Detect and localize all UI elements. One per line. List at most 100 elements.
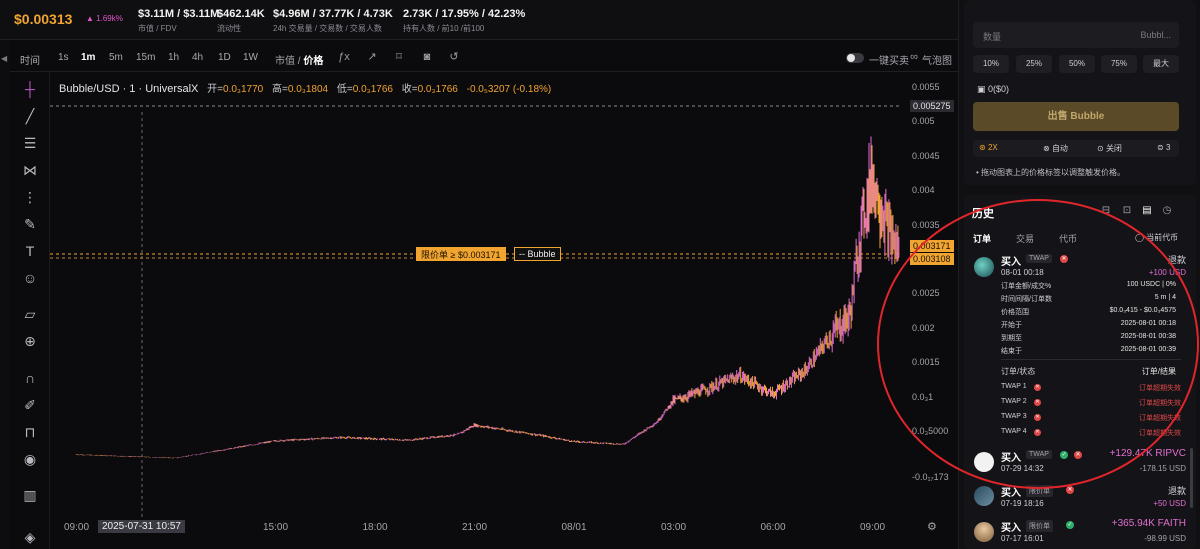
avatar — [974, 522, 994, 542]
price-tag-top: 0.005275 — [910, 100, 954, 112]
compare-icon[interactable]: ↗ — [365, 50, 379, 64]
interval-1m[interactable]: 1m — [81, 52, 95, 63]
history-title: 历史 — [972, 208, 994, 220]
chart-canvas[interactable] — [50, 72, 908, 518]
crosshair-icon[interactable]: ┼ — [21, 80, 39, 98]
price-chart[interactable]: Bubble/USD · 1 · UniversalX 开=0.0₃1770 高… — [50, 72, 949, 518]
limit-order-token[interactable]: -- Bubble — [514, 247, 561, 261]
emoji-icon[interactable]: ☺ — [21, 269, 39, 287]
order-time: 07-29 14:32 — [1001, 464, 1044, 473]
mode-price[interactable]: 价格 — [303, 56, 323, 67]
text-icon[interactable]: T — [21, 242, 39, 260]
order-amount: +50 USD — [1153, 499, 1186, 508]
order-type-badge: 限价单 — [1026, 485, 1053, 497]
pct-50-button[interactable]: 50% — [1059, 55, 1095, 73]
price-tag-limit[interactable]: 0.003171 — [910, 240, 954, 252]
bot-icon[interactable]: ⊡ — [1121, 205, 1133, 217]
wallet-icon: ▣ — [977, 84, 989, 94]
avatar — [974, 257, 994, 277]
x-tick-label: 06:00 — [760, 522, 786, 533]
zoom-in-icon[interactable]: ⊕ — [21, 332, 39, 350]
mev-option[interactable]: ⊙ 关闭 — [1097, 143, 1122, 154]
pct-75-button[interactable]: 75% — [1101, 55, 1137, 73]
indicator-icon[interactable]: ƒx — [337, 50, 351, 64]
limit-order-tag[interactable]: 限价单 ≥ $0.003171 — [416, 247, 506, 261]
bubble-map-label[interactable]: 气泡图 — [922, 52, 952, 67]
pct-25-button[interactable]: 25% — [1016, 55, 1052, 73]
current-token-filter[interactable]: ◯ 当前代币 — [1135, 232, 1178, 243]
order-type-badge: TWAP — [1026, 450, 1052, 459]
time-axis[interactable]: 09:00 15:00 18:00 21:00 08/01 03:00 06:00 09:00… — [50, 518, 958, 549]
camera-icon[interactable]: ◙ — [420, 50, 434, 64]
low-value: 0.0₃1766 — [352, 84, 393, 95]
tab-trades[interactable]: 交易 — [1016, 232, 1034, 245]
reset-icon[interactable]: ↺ — [447, 50, 461, 64]
lock-drawing-icon[interactable]: ✐ — [21, 396, 39, 414]
brush-icon[interactable]: ✎ — [21, 215, 39, 233]
price-axis[interactable]: 0.005275 0.003171 0.003108 — [908, 72, 958, 518]
interval-1w[interactable]: 1W — [243, 52, 258, 63]
mode-toggle[interactable]: 市值 / 价格 — [275, 52, 323, 67]
pattern-icon[interactable]: ⋈ — [21, 161, 39, 179]
interval-1d[interactable]: 1D — [218, 52, 231, 63]
quantity-input[interactable]: 数量 Bubbl... — [973, 22, 1179, 48]
clock-icon[interactable]: ◷ — [1161, 205, 1173, 217]
interval-5m[interactable]: 5m — [109, 52, 123, 63]
change-value: -0.0₅3207 (-0.18%) — [466, 84, 552, 95]
order-received: +129.47K RIPVC — [1109, 448, 1186, 459]
trash-icon[interactable]: ▥ — [21, 486, 39, 504]
pct-max-button[interactable]: 最大 — [1143, 55, 1179, 73]
bubble-icon[interactable]: ∞ — [907, 50, 921, 64]
failed-icon: ✕ — [1060, 255, 1068, 263]
fib-icon[interactable]: ⋮ — [21, 188, 39, 206]
candles-group — [75, 136, 900, 459]
chevron-left-icon[interactable]: ◀ — [1, 54, 7, 63]
history-scrollbar[interactable] — [1190, 448, 1193, 508]
slippage-option[interactable]: ⊛ 2X — [979, 143, 998, 152]
chart-settings-icon[interactable]: ⚙ — [927, 520, 937, 533]
tab-tokens[interactable]: 代币 — [1059, 232, 1077, 245]
horizontal-lines-icon[interactable]: ☰ — [21, 134, 39, 152]
stat-liquidity: $462.14K 流动性 — [217, 8, 265, 33]
sub-result-header: 订单/结果 — [1141, 367, 1176, 376]
stat-market-cap: $3.11M / $3.11M 市值 / FDV — [138, 8, 220, 33]
low-label: 低= — [336, 84, 353, 95]
lock-icon[interactable]: ⊓ — [21, 423, 39, 441]
priority-option[interactable]: ⊜ 3 — [1157, 143, 1170, 152]
sell-button[interactable]: 出售 Bubble — [973, 102, 1179, 131]
bookmark-icon[interactable]: ⌑ — [392, 50, 406, 64]
interval-1h[interactable]: 1h — [168, 52, 179, 63]
success-icon: ✓ — [1066, 521, 1074, 529]
auto-option[interactable]: ⊗ 自动 — [1043, 143, 1068, 154]
open-value: 0.0₃1770 — [223, 84, 264, 95]
failed-icon: ✕ — [1034, 414, 1041, 421]
one-click-toggle[interactable] — [846, 53, 864, 63]
layers-icon[interactable]: ◈ — [21, 528, 39, 546]
order-time: 07-19 18:16 — [1001, 499, 1044, 508]
tab-orders[interactable]: 订单 — [973, 232, 991, 245]
sidebar-collapse-strip[interactable]: ◀ — [0, 40, 10, 549]
stat-holders: 2.73K / 17.95% / 42.23% 持有人数 / 前10 /前100 — [403, 8, 526, 33]
drag-hint: • 拖动图表上的价格标签以调整触发价格。 — [976, 168, 1126, 177]
eye-icon[interactable]: ◉ — [21, 450, 39, 468]
quantity-unit[interactable]: Bubbl... — [1140, 30, 1171, 40]
avatar — [974, 452, 994, 472]
interval-1s[interactable]: 1s — [58, 52, 69, 63]
chart-symbol: Bubble/USD · 1 · UniversalX — [59, 83, 199, 95]
cursor-time: 2025-07-31 10:57 — [98, 520, 185, 533]
ruler-icon[interactable]: ▱ — [21, 305, 39, 323]
interval-4h[interactable]: 4h — [192, 52, 203, 63]
stat-volume: $4.96M / 37.77K / 4.73K 24h 交易量 / 交易数 / … — [273, 8, 393, 33]
magnet-icon[interactable]: ∩ — [21, 369, 39, 387]
pct-10-button[interactable]: 10% — [973, 55, 1009, 73]
order-paid: -178.15 USD — [1139, 464, 1186, 473]
kv-value: 2025-08-01 00:39 — [1120, 346, 1176, 353]
filter-icon[interactable]: ⊟ — [1100, 205, 1112, 217]
mode-market-cap[interactable]: 市值 — [275, 56, 295, 67]
order-received: +365.94K FAITH — [1111, 518, 1186, 529]
trend-line-icon[interactable]: ╱ — [21, 107, 39, 125]
orders-icon[interactable]: ▤ — [1141, 205, 1153, 217]
sell-form: 数量 Bubbl... 10% 25% 50% 75% 最大 ▣ 0($0) 出… — [964, 0, 1196, 185]
interval-15m[interactable]: 15m — [136, 52, 155, 63]
x-tick-label: 03:00 — [661, 522, 687, 533]
